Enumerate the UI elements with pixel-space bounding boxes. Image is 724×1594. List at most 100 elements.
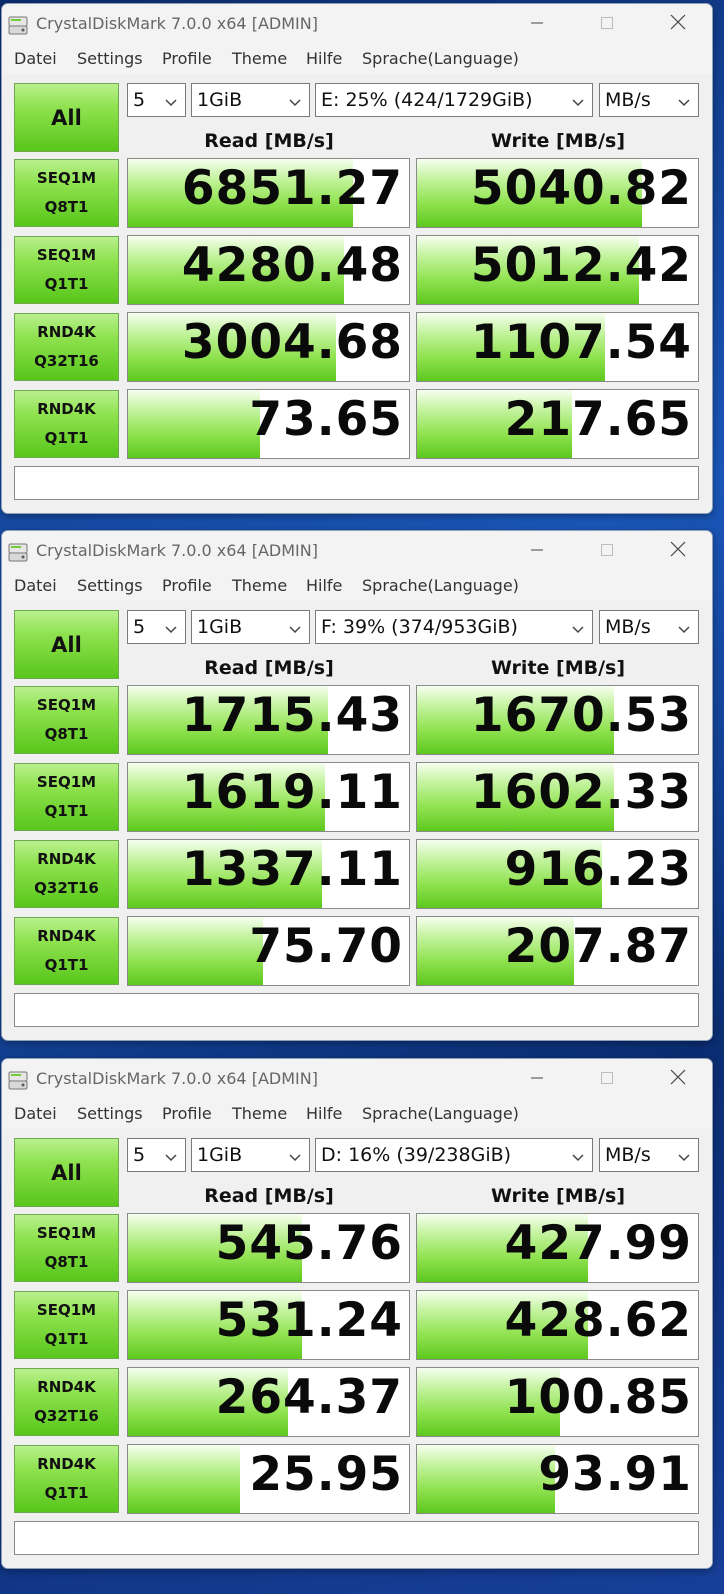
read-result-cell: 545.76: [127, 1213, 410, 1283]
write-result-value: 427.99: [504, 1216, 692, 1271]
close-button[interactable]: [658, 1063, 698, 1095]
write-result-value: 93.91: [538, 1447, 692, 1502]
drive-select[interactable]: E: 25% (424/1729GiB): [315, 83, 593, 117]
title-bar[interactable]: CrystalDiskMark 7.0.0 x64 [ADMIN]: [2, 1059, 712, 1099]
test-size-select[interactable]: 1GiB: [191, 83, 310, 117]
chevron-down-icon: [165, 91, 177, 111]
comment-field[interactable]: [14, 466, 699, 500]
read-result-value: 1619.11: [181, 765, 403, 820]
test-label-line1: SEQ1M: [36, 246, 97, 264]
title-bar[interactable]: CrystalDiskMark 7.0.0 x64 [ADMIN]: [2, 4, 712, 44]
read-result-value: 264.37: [215, 1370, 403, 1425]
test-button-seq1m-q8t1[interactable]: SEQ1M Q8T1: [14, 686, 119, 754]
test-button-seq1m-q1t1[interactable]: SEQ1M Q1T1: [14, 763, 119, 831]
test-button-seq1m-q1t1[interactable]: SEQ1M Q1T1: [14, 1291, 119, 1359]
minimize-button[interactable]: [517, 8, 557, 40]
menu-item[interactable]: Hilfe: [306, 49, 342, 68]
unit-select[interactable]: MB/s: [599, 610, 699, 644]
drive-select-value: D: 16% (39/238GiB): [321, 1144, 512, 1166]
test-label-line2: Q8T1: [44, 725, 89, 743]
maximize-button[interactable]: [587, 1063, 627, 1095]
benchmark-panel: All 5 1GiB E: 25% (424/1729GiB) MB/s Read [MB…: [2, 74, 712, 513]
test-size-select-value: 1GiB: [197, 89, 243, 111]
test-label-line1: SEQ1M: [36, 1301, 97, 1319]
menu-item[interactable]: Datei: [14, 49, 57, 68]
menu-item[interactable]: Datei: [14, 1104, 57, 1123]
chevron-down-icon: [289, 1146, 301, 1166]
disk-icon: [7, 14, 29, 36]
menu-item[interactable]: Profile: [162, 576, 212, 595]
write-result-cell: 1107.54: [416, 312, 699, 382]
write-result-value: 217.65: [504, 392, 692, 447]
write-result-cell: 427.99: [416, 1213, 699, 1283]
minimize-icon: [530, 542, 544, 561]
drive-select[interactable]: F: 39% (374/953GiB): [315, 610, 593, 644]
test-button-rnd4k-q32t16[interactable]: RND4K Q32T16: [14, 313, 119, 381]
test-size-select[interactable]: 1GiB: [191, 1138, 310, 1172]
unit-select[interactable]: MB/s: [599, 83, 699, 117]
write-column-header: Write [MB/s]: [490, 1185, 626, 1207]
write-result-value: 1602.33: [470, 765, 692, 820]
comment-field[interactable]: [14, 993, 699, 1027]
test-size-select[interactable]: 1GiB: [191, 610, 310, 644]
menu-item[interactable]: Sprache(Language): [362, 576, 519, 595]
test-button-seq1m-q8t1[interactable]: SEQ1M Q8T1: [14, 159, 119, 227]
test-button-rnd4k-q32t16[interactable]: RND4K Q32T16: [14, 840, 119, 908]
menu-item[interactable]: Settings: [77, 1104, 143, 1123]
close-button[interactable]: [658, 8, 698, 40]
unit-select-value: MB/s: [605, 616, 651, 638]
read-result-value: 1337.11: [181, 842, 403, 897]
menu-item[interactable]: Settings: [77, 576, 143, 595]
menu-item[interactable]: Hilfe: [306, 1104, 342, 1123]
menu-item[interactable]: Theme: [232, 1104, 287, 1123]
test-button-rnd4k-q1t1[interactable]: RND4K Q1T1: [14, 1445, 119, 1513]
drive-select[interactable]: D: 16% (39/238GiB): [315, 1138, 593, 1172]
window-title: CrystalDiskMark 7.0.0 x64 [ADMIN]: [36, 1069, 318, 1088]
disk-icon: [7, 541, 29, 563]
title-bar[interactable]: CrystalDiskMark 7.0.0 x64 [ADMIN]: [2, 531, 712, 571]
comment-field[interactable]: [14, 1521, 699, 1555]
maximize-icon: [600, 542, 614, 561]
test-label-line1: SEQ1M: [36, 696, 97, 714]
read-result-cell: 531.24: [127, 1290, 410, 1360]
write-result-value: 428.62: [504, 1293, 692, 1348]
unit-select-value: MB/s: [605, 89, 651, 111]
test-button-rnd4k-q1t1[interactable]: RND4K Q1T1: [14, 390, 119, 458]
all-button[interactable]: All: [14, 83, 119, 152]
test-count-select[interactable]: 5: [127, 610, 186, 644]
test-label-line2: Q8T1: [44, 198, 89, 216]
all-button[interactable]: All: [14, 610, 119, 679]
read-progress-bar: [128, 1445, 241, 1513]
menu-item[interactable]: Theme: [232, 49, 287, 68]
menu-item[interactable]: Datei: [14, 576, 57, 595]
minimize-icon: [530, 15, 544, 34]
test-label-line1: RND4K: [37, 323, 96, 341]
test-label-line2: Q1T1: [44, 429, 89, 447]
test-count-select[interactable]: 5: [127, 1138, 186, 1172]
menu-item[interactable]: Profile: [162, 1104, 212, 1123]
maximize-button[interactable]: [587, 535, 627, 567]
minimize-button[interactable]: [517, 1063, 557, 1095]
menu-item[interactable]: Sprache(Language): [362, 49, 519, 68]
minimize-button[interactable]: [517, 535, 557, 567]
maximize-button[interactable]: [587, 8, 627, 40]
menu-item[interactable]: Settings: [77, 49, 143, 68]
test-button-seq1m-q1t1[interactable]: SEQ1M Q1T1: [14, 236, 119, 304]
window-title: CrystalDiskMark 7.0.0 x64 [ADMIN]: [36, 14, 318, 33]
test-count-select[interactable]: 5: [127, 83, 186, 117]
close-button[interactable]: [658, 535, 698, 567]
disk-icon: [7, 1069, 29, 1091]
menu-item[interactable]: Hilfe: [306, 576, 342, 595]
test-button-rnd4k-q32t16[interactable]: RND4K Q32T16: [14, 1368, 119, 1436]
menu-bar: Datei Settings Profile Theme Hilfe Sprache(La…: [2, 1099, 712, 1129]
minimize-icon: [530, 1070, 544, 1089]
unit-select[interactable]: MB/s: [599, 1138, 699, 1172]
menu-item[interactable]: Profile: [162, 49, 212, 68]
test-button-rnd4k-q1t1[interactable]: RND4K Q1T1: [14, 917, 119, 985]
chevron-down-icon: [678, 91, 690, 111]
benchmark-panel: All 5 1GiB F: 39% (374/953GiB) MB/s Read [MB/…: [2, 601, 712, 1040]
test-button-seq1m-q8t1[interactable]: SEQ1M Q8T1: [14, 1214, 119, 1282]
menu-item[interactable]: Theme: [232, 576, 287, 595]
all-button[interactable]: All: [14, 1138, 119, 1207]
menu-item[interactable]: Sprache(Language): [362, 1104, 519, 1123]
